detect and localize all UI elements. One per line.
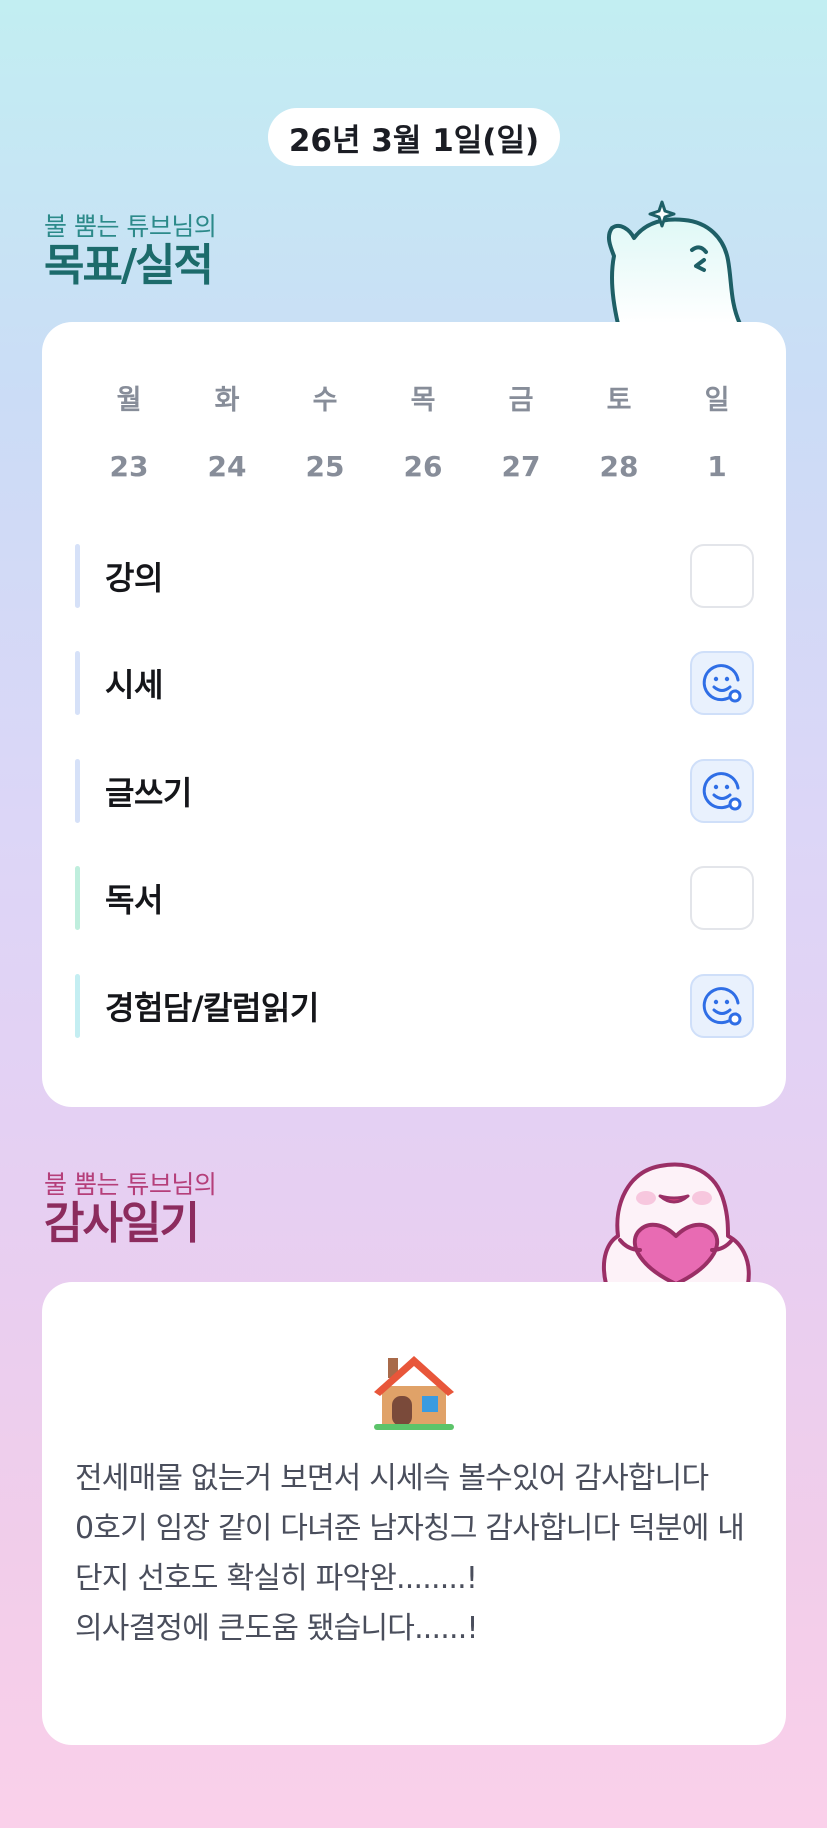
goal-row-price: 시세 — [75, 649, 754, 717]
gratitude-section-title: 불 뿜는 튜브님의 감사일기 — [44, 1170, 217, 1249]
goal-color-bar — [75, 866, 80, 930]
weekday-label: 화 — [214, 385, 240, 416]
house-icon — [374, 1356, 454, 1430]
weekday-label: 일 — [704, 385, 730, 416]
goal-color-bar — [75, 974, 80, 1038]
weekday-label: 수 — [312, 385, 338, 416]
smile-icon — [702, 772, 742, 811]
date-cell[interactable]: 25 — [276, 450, 374, 483]
goal-checkbox[interactable] — [690, 974, 754, 1038]
weekday-label: 금 — [508, 385, 534, 416]
goal-label: 경험담/칼럼읽기 — [105, 989, 319, 1027]
goal-label: 독서 — [105, 881, 163, 919]
gratitude-subtitle: 불 뿜는 튜브님의 — [44, 1170, 217, 1199]
date-cell[interactable]: 23 — [80, 450, 178, 483]
gratitude-title: 감사일기 — [44, 1198, 200, 1249]
heart-character-icon — [601, 1162, 751, 1284]
weekday-label: 월 — [116, 385, 142, 416]
goal-label: 글쓰기 — [105, 774, 192, 812]
goal-label: 강의 — [105, 559, 163, 597]
date-cell[interactable]: 27 — [472, 450, 570, 483]
date-cell[interactable]: 24 — [178, 450, 276, 483]
goal-row-column-reading: 경험담/칼럼읽기 — [75, 972, 754, 1040]
gratitude-card: 전세매물 없는거 보면서 시세슥 볼수있어 감사합니다 0호기 임장 같이 다녀… — [42, 1282, 786, 1745]
goal-row-reading: 독서 — [75, 864, 754, 932]
ghost-character-icon — [606, 200, 742, 324]
date-cell[interactable]: 1 — [668, 450, 766, 483]
weekday-label: 목 — [410, 385, 436, 416]
smile-icon — [702, 664, 742, 703]
goal-checkbox[interactable] — [690, 544, 754, 608]
goal-checkbox[interactable] — [690, 866, 754, 930]
smile-icon — [702, 987, 742, 1026]
goal-row-lecture: 강의 — [75, 542, 754, 610]
goal-color-bar — [75, 759, 80, 823]
goals-section-title: 불 뿜는 튜브님의 목표/실적 — [44, 212, 217, 291]
goal-checkbox[interactable] — [690, 759, 754, 823]
date-pill[interactable]: 26년 3월 1일(일) — [268, 108, 560, 166]
weekday-label: 토 — [606, 385, 632, 416]
goal-color-bar — [75, 544, 80, 608]
goal-checkbox[interactable] — [690, 651, 754, 715]
goals-card: 월 화 수 목 금 토 일 23 24 25 26 27 28 1 강의 시세 … — [42, 322, 786, 1107]
goal-row-writing: 글쓰기 — [75, 757, 754, 825]
weekday-row: 월 화 수 목 금 토 일 — [80, 378, 766, 417]
date-cell[interactable]: 28 — [570, 450, 668, 483]
goal-label: 시세 — [105, 666, 163, 704]
goal-color-bar — [75, 651, 80, 715]
date-cell[interactable]: 26 — [374, 450, 472, 483]
goals-subtitle: 불 뿜는 튜브님의 — [44, 212, 217, 241]
gratitude-text: 전세매물 없는거 보면서 시세슥 볼수있어 감사합니다 0호기 임장 같이 다녀… — [75, 1461, 745, 1646]
date-row: 23 24 25 26 27 28 1 — [80, 450, 766, 483]
goals-title: 목표/실적 — [44, 240, 214, 291]
